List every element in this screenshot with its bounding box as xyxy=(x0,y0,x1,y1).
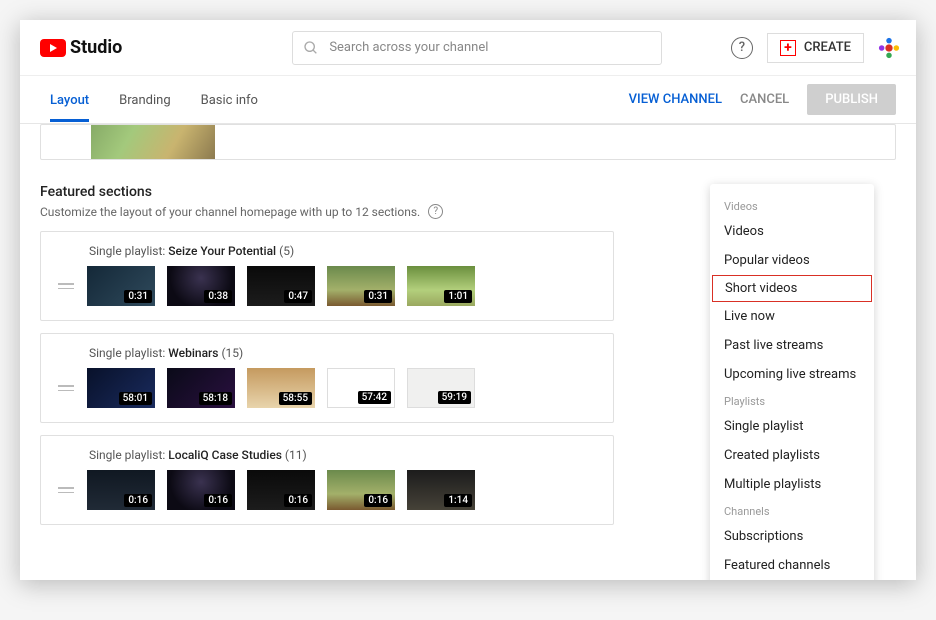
dropdown-group-title: Channels xyxy=(710,499,874,522)
dropdown-group-title: Playlists xyxy=(710,389,874,412)
video-thumbnail[interactable]: 1:14 xyxy=(407,470,475,510)
dropdown-item-created-playlists[interactable]: Created playlists xyxy=(710,441,874,470)
video-thumbnail[interactable]: 58:01 xyxy=(87,368,155,408)
dropdown-item-popular-videos[interactable]: Popular videos xyxy=(710,246,874,275)
video-thumbnail[interactable]: 0:47 xyxy=(247,266,315,306)
video-thumbnail[interactable]: 0:31 xyxy=(87,266,155,306)
duration-badge: 0:38 xyxy=(204,290,232,303)
video-thumbnail[interactable]: 57:42 xyxy=(327,368,395,408)
create-label: CREATE xyxy=(804,40,851,55)
duration-badge: 1:14 xyxy=(444,494,472,507)
section-row: 58:01 58:18 58:55 57:42 59:19 xyxy=(57,368,599,408)
create-button[interactable]: + CREATE xyxy=(767,33,864,63)
search-input[interactable]: Search across your channel xyxy=(292,31,662,65)
video-thumbnail[interactable]: 0:38 xyxy=(167,266,235,306)
help-icon[interactable]: ? xyxy=(731,37,753,59)
drag-handle-icon[interactable] xyxy=(57,487,75,493)
dropdown-item-single-playlist[interactable]: Single playlist xyxy=(710,412,874,441)
duration-badge: 1:01 xyxy=(444,290,472,303)
tab-layout[interactable]: Layout xyxy=(50,79,89,121)
search-placeholder: Search across your channel xyxy=(329,40,488,55)
thumb-list: 0:31 0:38 0:47 0:31 1:01 xyxy=(87,266,475,306)
publish-button[interactable]: PUBLISH xyxy=(807,84,896,115)
help-icon[interactable]: ? xyxy=(428,204,443,219)
duration-badge: 58:01 xyxy=(119,392,152,405)
video-thumbnail[interactable]: 59:19 xyxy=(407,368,475,408)
video-thumbnail[interactable]: 0:16 xyxy=(247,470,315,510)
duration-badge: 58:18 xyxy=(199,392,232,405)
trailer-card xyxy=(40,124,896,160)
video-thumbnail[interactable]: 58:55 xyxy=(247,368,315,408)
duration-badge: 0:16 xyxy=(124,494,152,507)
tabs-actions: VIEW CHANNEL CANCEL PUBLISH xyxy=(629,84,896,115)
duration-badge: 0:31 xyxy=(124,290,152,303)
dropdown-item-past-live-streams[interactable]: Past live streams xyxy=(710,331,874,360)
section-card: Single playlist: Webinars (15) 58:01 58:18… xyxy=(40,333,614,423)
dropdown-item-upcoming-live-streams[interactable]: Upcoming live streams xyxy=(710,360,874,389)
section-card: Single playlist: LocaliQ Case Studies (1… xyxy=(40,435,614,525)
video-thumbnail[interactable]: 0:16 xyxy=(87,470,155,510)
brand[interactable]: Studio xyxy=(40,37,122,58)
dropdown-item-featured-channels[interactable]: Featured channels xyxy=(710,551,874,580)
cancel-button[interactable]: CANCEL xyxy=(740,92,789,107)
section-row: 0:31 0:38 0:47 0:31 1:01 xyxy=(57,266,599,306)
studio-window: Studio Search across your channel ? + CR… xyxy=(20,20,916,580)
thumb-list: 0:16 0:16 0:16 0:16 1:14 xyxy=(87,470,475,510)
duration-badge: 0:16 xyxy=(284,494,312,507)
video-thumbnail[interactable]: 0:31 xyxy=(327,266,395,306)
brand-text: Studio xyxy=(70,37,122,58)
thumb-list: 58:01 58:18 58:55 57:42 59:19 xyxy=(87,368,475,408)
search-icon xyxy=(303,40,319,56)
header-actions: ? + CREATE xyxy=(731,33,900,63)
video-thumbnail[interactable]: 0:16 xyxy=(167,470,235,510)
content-area: Featured sections Customize the layout o… xyxy=(20,124,916,580)
duration-badge: 0:16 xyxy=(204,494,232,507)
duration-badge: 59:19 xyxy=(438,391,471,404)
section-row: 0:16 0:16 0:16 0:16 1:14 xyxy=(57,470,599,510)
section-heading: Single playlist: Webinars (15) xyxy=(89,346,599,360)
duration-badge: 0:47 xyxy=(284,290,312,303)
top-header: Studio Search across your channel ? + CR… xyxy=(20,20,916,76)
drag-handle-icon[interactable] xyxy=(57,283,75,289)
tab-basic-info[interactable]: Basic info xyxy=(201,79,258,121)
video-thumbnail[interactable]: 1:01 xyxy=(407,266,475,306)
duration-badge: 58:55 xyxy=(279,392,312,405)
duration-badge: 0:31 xyxy=(364,290,392,303)
youtube-logo-icon xyxy=(40,39,66,57)
dropdown-item-short-videos[interactable]: Short videos xyxy=(712,275,872,302)
dropdown-item-multiple-playlists[interactable]: Multiple playlists xyxy=(710,470,874,499)
duration-badge: 0:16 xyxy=(364,494,392,507)
trailer-thumbnail[interactable] xyxy=(91,124,215,159)
tab-branding[interactable]: Branding xyxy=(119,79,170,121)
tabs: Layout Branding Basic info xyxy=(50,79,258,121)
tabs-row: Layout Branding Basic info VIEW CHANNEL CA… xyxy=(20,76,916,124)
section-type-dropdown[interactable]: VideosVideosPopular videosShort videosLi… xyxy=(710,184,874,580)
section-heading: Single playlist: Seize Your Potential (5… xyxy=(89,244,599,258)
dropdown-group-title: Videos xyxy=(710,194,874,217)
video-thumbnail[interactable]: 0:16 xyxy=(327,470,395,510)
featured-subtitle-text: Customize the layout of your channel hom… xyxy=(40,205,420,219)
create-plus-icon: + xyxy=(780,40,796,56)
video-thumbnail[interactable]: 58:18 xyxy=(167,368,235,408)
drag-handle-icon[interactable] xyxy=(57,385,75,391)
dropdown-item-videos[interactable]: Videos xyxy=(710,217,874,246)
view-channel-link[interactable]: VIEW CHANNEL xyxy=(629,92,722,107)
avatar-icon[interactable] xyxy=(878,37,900,59)
section-heading: Single playlist: LocaliQ Case Studies (1… xyxy=(89,448,599,462)
section-card: Single playlist: Seize Your Potential (5… xyxy=(40,231,614,321)
duration-badge: 57:42 xyxy=(358,391,391,404)
dropdown-item-subscriptions[interactable]: Subscriptions xyxy=(710,522,874,551)
dropdown-item-live-now[interactable]: Live now xyxy=(710,302,874,331)
